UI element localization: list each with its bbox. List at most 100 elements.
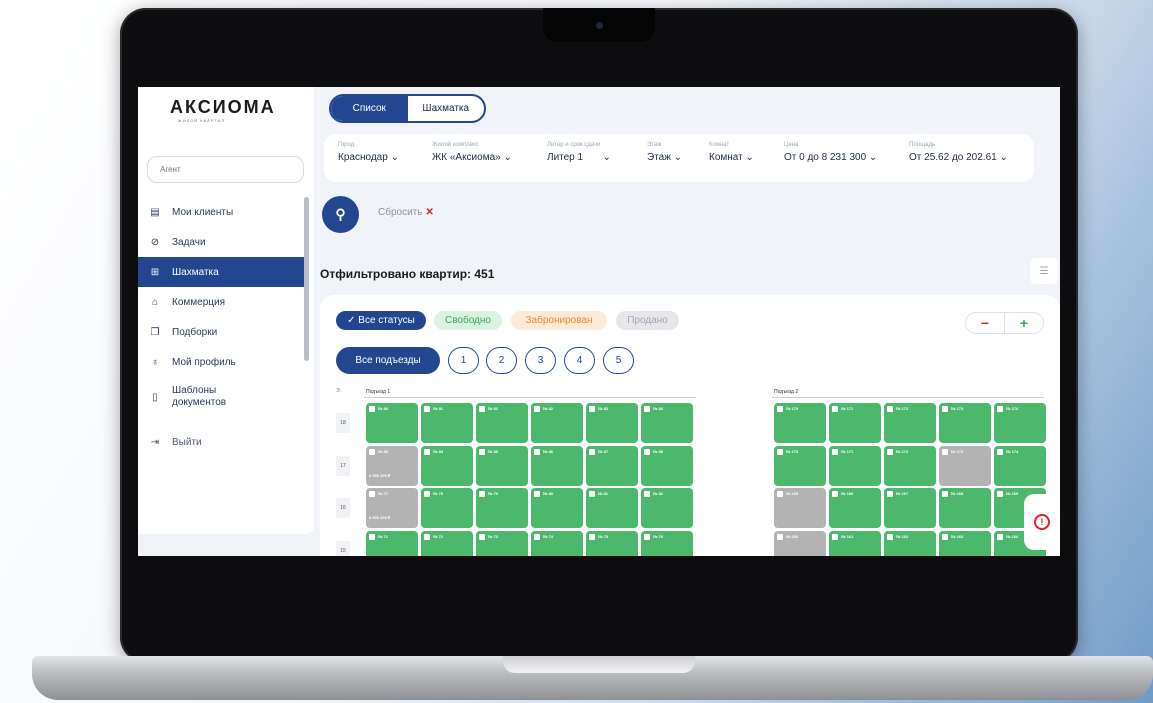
apartment-cell[interactable]: № 87 <box>586 446 638 486</box>
entrance-2-button[interactable]: 2 <box>486 347 517 374</box>
plan-icon <box>832 449 838 455</box>
filter-label: Площадь <box>909 142 936 148</box>
zoom-out-button[interactable]: − <box>966 313 1004 333</box>
entrance-3-button[interactable]: 3 <box>525 347 556 374</box>
apartment-cell[interactable]: № 84 <box>421 446 473 486</box>
entrance-all-button[interactable]: Все подъезды <box>336 347 440 374</box>
apartment-cell[interactable]: № 85 8 956 200 ₽ <box>366 446 418 486</box>
view-chess-button[interactable]: Шахматка <box>408 96 485 121</box>
filter-price[interactable]: Цена От 0 до 8 231 300 ⌄ <box>784 142 877 163</box>
apartment-cell[interactable]: № 162 <box>884 531 936 556</box>
entrance-4-button[interactable]: 4 <box>564 347 595 374</box>
apartment-cell[interactable]: № 83 <box>641 403 693 443</box>
user-icon: ♁ <box>151 356 159 368</box>
sidebar: АКСИОМА ЖИЛОЙ КВАРТАЛ ▤ Мои клиенты ⊘ За… <box>138 87 314 534</box>
zoom-control: − + <box>965 312 1044 334</box>
status-booked-button[interactable]: Забронирован <box>511 311 607 330</box>
plan-icon <box>534 491 540 497</box>
apartment-cell[interactable]: № 173 <box>939 446 991 486</box>
search-icon: ⚲ <box>335 206 346 222</box>
chevron-down-icon: ⌄ <box>745 152 754 163</box>
status-sold-button[interactable]: Продано <box>616 311 679 330</box>
apartment-number: № 85 <box>479 449 525 455</box>
apartment-number: № 171 <box>832 449 878 455</box>
plan-icon <box>887 534 893 540</box>
plan-icon <box>997 534 1003 540</box>
apartment-cell[interactable]: № 170 <box>774 446 826 486</box>
apartment-cell[interactable]: № 174 <box>994 403 1046 443</box>
view-list-button[interactable]: Список <box>331 96 408 121</box>
search-button[interactable]: ⚲ <box>322 196 359 233</box>
apartment-cell[interactable]: № 83 <box>586 403 638 443</box>
apartment-cell[interactable]: № 82 <box>641 488 693 528</box>
apartment-cell[interactable]: № 173 <box>939 403 991 443</box>
status-all-button[interactable]: ✓ Все статусы <box>336 311 426 330</box>
apartment-cell[interactable]: № 75 <box>586 531 638 556</box>
apartment-cell[interactable]: № 73 <box>476 531 528 556</box>
apartment-cell[interactable]: № 76 <box>641 531 693 556</box>
reset-label: Сбросить <box>378 207 423 218</box>
sidebar-item-tasks[interactable]: ⊘ Задачи <box>138 227 304 257</box>
apartment-cell[interactable]: № 161 <box>829 531 881 556</box>
apartment-cell[interactable]: № 71 <box>366 531 418 556</box>
apartment-cell[interactable]: № 167 <box>884 488 936 528</box>
apartment-cell[interactable]: № 160 <box>774 531 826 556</box>
apartment-cell[interactable]: № 166 <box>829 488 881 528</box>
entrance-5-button[interactable]: 5 <box>603 347 634 374</box>
logo[interactable]: АКСИОМА ЖИЛОЙ КВАРТАЛ <box>170 97 290 123</box>
apartment-cell[interactable]: № 174 <box>994 446 1046 486</box>
apartment-cell[interactable]: № 74 <box>531 531 583 556</box>
apartment-cell[interactable]: № 78 <box>421 488 473 528</box>
sidebar-item-templates[interactable]: ▯ Шаблоны документов <box>138 377 304 417</box>
plan-icon <box>589 406 595 412</box>
apartment-cell[interactable]: № 86 <box>531 446 583 486</box>
zoom-in-button[interactable]: + <box>1004 313 1043 333</box>
filter-label: Город <box>338 142 355 148</box>
apartment-cell[interactable]: № 171 <box>829 403 881 443</box>
sidebar-item-label: Шахматка <box>172 266 219 278</box>
apartment-number: № 72 <box>424 534 470 540</box>
agent-search-input[interactable] <box>147 156 304 183</box>
apartment-cell[interactable]: № 85 <box>476 446 528 486</box>
apartment-cell[interactable]: № 172 <box>884 446 936 486</box>
status-free-button[interactable]: Свободно <box>434 311 502 330</box>
filter-building[interactable]: Литер и срок сдачи Литер 1 ⌄ <box>547 142 611 163</box>
apartment-cell[interactable]: № 171 <box>829 446 881 486</box>
filter-floor[interactable]: Этаж Этаж ⌄ <box>647 142 682 163</box>
apartment-cell[interactable]: № 77 8 956 200 ₽ <box>366 488 418 528</box>
entrance-1-button[interactable]: 1 <box>448 347 479 374</box>
apartment-cell[interactable]: № 168 <box>939 488 991 528</box>
sidebar-item-chess[interactable]: ⊞ Шахматка <box>138 257 304 287</box>
plan-icon <box>534 534 540 540</box>
list-view-icon[interactable]: ☰ <box>1030 258 1058 284</box>
sidebar-item-exit[interactable]: ⇥ Выйти <box>138 427 304 457</box>
sidebar-item-selections[interactable]: ❐ Подборки <box>138 317 304 347</box>
apartment-cell[interactable]: № 80 <box>366 403 418 443</box>
apartment-cell[interactable]: № 172 <box>884 403 936 443</box>
apartment-cell[interactable]: № 163 <box>939 531 991 556</box>
filter-area[interactable]: Площадь От 25.62 до 202.61 ⌄ <box>909 142 1008 163</box>
apartment-cell[interactable]: № 79 <box>476 488 528 528</box>
apartment-cell[interactable]: № 165 <box>774 488 826 528</box>
filter-value: От 25.62 до 202.61 <box>909 152 997 163</box>
filter-label: Цена <box>784 142 799 148</box>
filter-city[interactable]: Город Краснодар ⌄ <box>338 142 399 163</box>
reset-filters-button[interactable]: Сбросить ✕ <box>378 207 434 218</box>
apartment-cell[interactable]: № 81 <box>476 403 528 443</box>
sidebar-scrollbar[interactable] <box>304 197 309 361</box>
apartment-cell[interactable]: № 72 <box>421 531 473 556</box>
apartment-cell[interactable]: № 81 <box>421 403 473 443</box>
filter-value: Комнат <box>709 152 743 163</box>
sidebar-item-clients[interactable]: ▤ Мои клиенты <box>138 197 304 227</box>
apartment-price: 8 956 200 ₽ <box>369 515 391 520</box>
sidebar-item-profile[interactable]: ♁ Мой профиль <box>138 347 304 377</box>
apartment-cell[interactable]: № 82 <box>531 403 583 443</box>
filter-rooms[interactable]: Комнат Комнат ⌄ <box>709 142 754 163</box>
filter-complex[interactable]: Жилой комплекс ЖК «Аксиома» ⌄ <box>432 142 512 163</box>
apartment-cell[interactable]: № 80 <box>531 488 583 528</box>
apartment-cell[interactable]: № 88 <box>641 446 693 486</box>
apartment-cell[interactable]: № 81 <box>586 488 638 528</box>
apartment-cell[interactable]: № 170 <box>774 403 826 443</box>
sidebar-item-commerce[interactable]: ⌂ Коммерция <box>138 287 304 317</box>
notification-button[interactable]: ! <box>1024 494 1060 550</box>
